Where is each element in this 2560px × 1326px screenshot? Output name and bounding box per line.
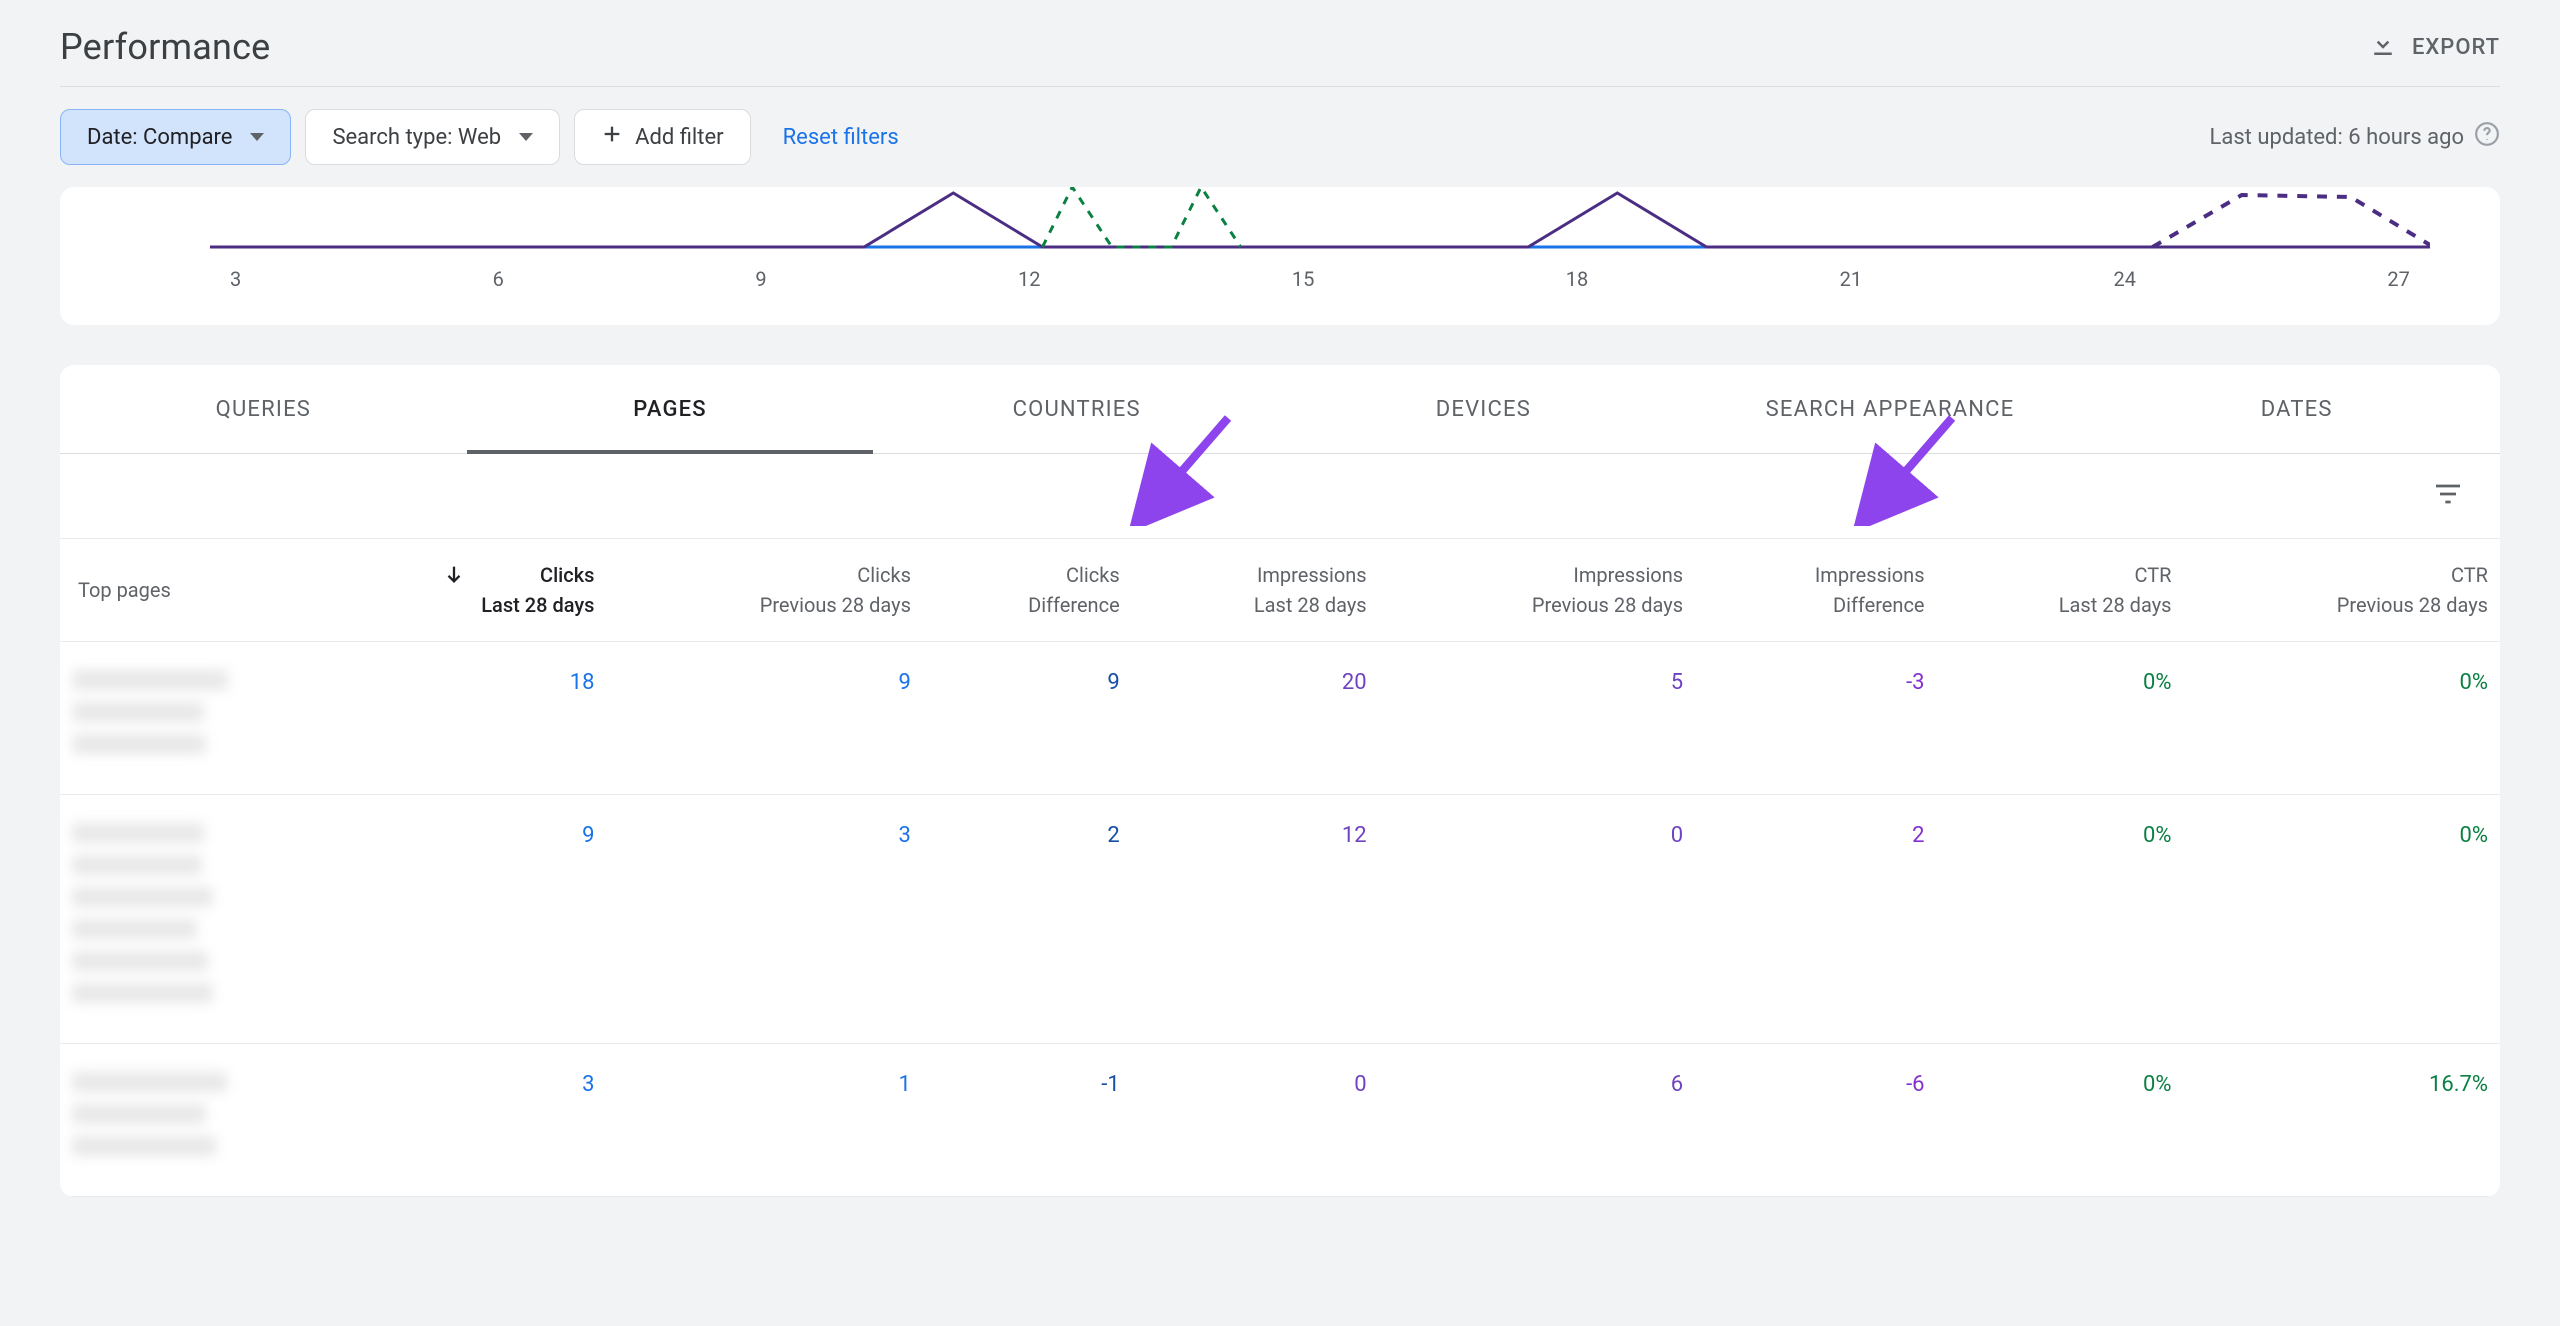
download-icon [2368,30,2398,64]
chart-x-tick: 3 [230,267,241,291]
metric-cell: 16.7% [2183,1044,2500,1197]
tab-devices[interactable]: DEVICES [1280,365,1687,453]
metric-cell: 0 [1379,795,1695,1044]
caret-down-icon [519,133,533,141]
metric-cell: 18 [290,642,606,795]
results-card: QUERIESPAGESCOUNTRIESDEVICESSEARCH APPEA… [60,365,2500,1197]
pages-table: Top pages ClicksLast 28 daysClicksPrevio… [60,538,2500,1197]
metric-cell: 1 [606,1044,922,1197]
metric-cell: 0% [1937,795,2184,1044]
chart-x-tick: 18 [1566,267,1588,291]
metric-cell: 0% [2183,642,2500,795]
col-clicks-last-28-days[interactable]: ClicksLast 28 days [290,539,606,642]
chart-x-tick: 21 [1840,267,1862,291]
col-impressions-previous-28-days[interactable]: ImpressionsPrevious 28 days [1379,539,1695,642]
metric-cell: 2 [1695,795,1936,1044]
page-title: Performance [60,26,270,68]
table-row[interactable]: 31-106-60%16.7% [60,1044,2500,1197]
metric-cell: 0% [1937,642,2184,795]
performance-chart-card: 3 6 9 12 15 18 21 24 27 [60,187,2500,325]
metric-cell: 0% [2183,795,2500,1044]
metric-cell: 5 [1379,642,1695,795]
col-impressions-last-28-days[interactable]: ImpressionsLast 28 days [1132,539,1379,642]
date-chip-label: Date: Compare [87,125,232,150]
last-updated-text: Last updated: 6 hours ago [2210,121,2500,153]
metric-cell: 9 [290,795,606,1044]
metric-cell: 12 [1132,795,1379,1044]
caret-down-icon [250,133,264,141]
reset-filters-link[interactable]: Reset filters [783,125,899,150]
tab-pages[interactable]: PAGES [467,365,874,454]
filter-icon[interactable] [2432,478,2464,514]
table-row[interactable]: 1899205-30%0% [60,642,2500,795]
metric-cell: -6 [1695,1044,1936,1197]
tab-queries[interactable]: QUERIES [60,365,467,453]
search-type-label: Search type: Web [332,125,501,150]
col-impressions-difference[interactable]: ImpressionsDifference [1695,539,1936,642]
col-clicks-previous-28-days[interactable]: ClicksPrevious 28 days [606,539,922,642]
metric-cell: -1 [923,1044,1132,1197]
metric-cell: 0 [1132,1044,1379,1197]
add-filter-button[interactable]: Add filter [574,109,750,165]
date-compare-chip[interactable]: Date: Compare [60,109,291,165]
page-url-cell[interactable] [60,1044,290,1197]
metric-cell: 3 [606,795,922,1044]
metric-cell: 2 [923,795,1132,1044]
chart-x-tick: 6 [493,267,504,291]
add-filter-label: Add filter [635,125,723,150]
help-icon[interactable] [2474,121,2500,153]
metric-cell: 6 [1379,1044,1695,1197]
col-clicks-difference[interactable]: ClicksDifference [923,539,1132,642]
chart-x-tick: 27 [2387,267,2409,291]
metric-cell: 9 [923,642,1132,795]
page-url-cell[interactable] [60,795,290,1044]
annotation-arrow [1126,406,1246,530]
col-top-pages[interactable]: Top pages [60,539,290,642]
tab-dates[interactable]: DATES [2093,365,2500,453]
metric-cell: 9 [606,642,922,795]
plus-icon [601,123,623,151]
chart-x-tick: 9 [755,267,766,291]
search-type-chip[interactable]: Search type: Web [305,109,560,165]
export-label: EXPORT [2412,35,2500,60]
table-row[interactable]: 93212020%0% [60,795,2500,1044]
chart-x-tick: 12 [1018,267,1040,291]
metric-cell: 3 [290,1044,606,1197]
chart-x-tick: 15 [1292,267,1314,291]
metric-cell: 0% [1937,1044,2184,1197]
metric-cell: 20 [1132,642,1379,795]
sort-desc-icon [443,563,465,590]
performance-chart [210,187,2430,257]
col-ctr-last-28-days[interactable]: CTRLast 28 days [1937,539,2184,642]
metric-cell: -3 [1695,642,1936,795]
annotation-arrow [1850,406,1970,530]
chart-x-tick: 24 [2114,267,2136,291]
col-ctr-previous-28-days[interactable]: CTRPrevious 28 days [2183,539,2500,642]
export-button[interactable]: EXPORT [2368,30,2500,64]
page-url-cell[interactable] [60,642,290,795]
tabs-row: QUERIESPAGESCOUNTRIESDEVICESSEARCH APPEA… [60,365,2500,454]
last-updated-label: Last updated: 6 hours ago [2210,125,2464,150]
